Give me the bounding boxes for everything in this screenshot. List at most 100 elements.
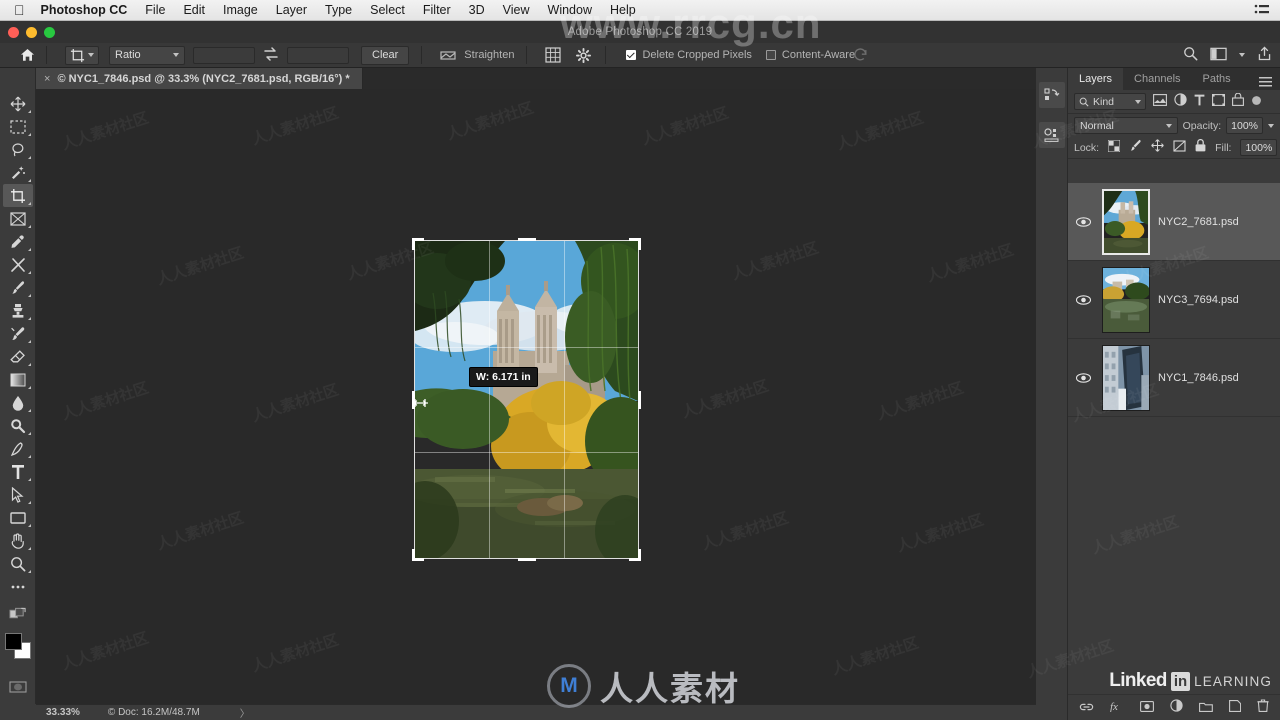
close-icon[interactable]: × bbox=[44, 73, 50, 85]
active-tool-chip[interactable] bbox=[65, 45, 99, 65]
chevron-down-icon[interactable] bbox=[1268, 123, 1274, 128]
document-tab[interactable]: × © NYC1_7846.psd @ 33.3% (NYC2_7681.psd… bbox=[36, 68, 363, 89]
tool-dodge-tool[interactable] bbox=[3, 414, 33, 437]
panel-menu-icon[interactable] bbox=[1259, 74, 1272, 92]
foreground-color-swatch[interactable] bbox=[4, 633, 22, 650]
crop-width-input[interactable] bbox=[193, 46, 255, 64]
adjustment-layer-icon[interactable] bbox=[1170, 698, 1183, 717]
tool-path-selection-tool[interactable] bbox=[3, 483, 33, 506]
tab-paths[interactable]: Paths bbox=[1192, 68, 1242, 90]
canvas[interactable]: W: 6.171 in bbox=[36, 89, 1036, 704]
layer-visibility-toggle[interactable] bbox=[1072, 294, 1094, 305]
opacity-value[interactable]: 100% bbox=[1226, 117, 1263, 134]
ratio-select[interactable]: Ratio bbox=[109, 45, 185, 65]
lock-all-icon[interactable] bbox=[1195, 138, 1206, 157]
tool-quick-selection-tool[interactable] bbox=[3, 161, 33, 184]
crop-selection[interactable]: W: 6.171 in bbox=[412, 238, 641, 561]
menu-layer[interactable]: Layer bbox=[276, 3, 307, 17]
tab-layers[interactable]: Layers bbox=[1068, 68, 1124, 90]
tool-frame-tool[interactable] bbox=[3, 207, 33, 230]
maximize-button[interactable] bbox=[44, 27, 55, 38]
share-icon[interactable] bbox=[1257, 46, 1272, 64]
tool-zoom-tool[interactable] bbox=[3, 552, 33, 575]
clear-button[interactable]: Clear bbox=[361, 45, 410, 65]
layer-row-nyc3[interactable]: NYC3_7694.psd bbox=[1068, 261, 1280, 339]
link-layers-icon[interactable] bbox=[1079, 699, 1094, 717]
menu-3d[interactable]: 3D bbox=[469, 3, 485, 17]
tool-eraser-tool[interactable] bbox=[3, 345, 33, 368]
menu-type[interactable]: Type bbox=[325, 3, 352, 17]
reset-icon[interactable] bbox=[852, 45, 869, 65]
apple-icon[interactable]:  bbox=[14, 3, 25, 17]
menu-filter[interactable]: Filter bbox=[423, 3, 451, 17]
layer-mask-icon[interactable] bbox=[1140, 699, 1154, 717]
filter-kind-select[interactable]: Kind bbox=[1074, 93, 1146, 110]
crop-handle-bottom-center[interactable] bbox=[517, 558, 536, 561]
home-icon[interactable] bbox=[14, 48, 40, 62]
menu-help[interactable]: Help bbox=[610, 3, 636, 17]
crop-handle-top-center[interactable] bbox=[517, 238, 536, 241]
delete-cropped-pixels-checkbox[interactable] bbox=[626, 50, 637, 60]
tool-history-brush-tool[interactable] bbox=[3, 322, 33, 345]
crop-handle-top-left-v[interactable] bbox=[412, 238, 415, 250]
tool-healing-brush-tool[interactable] bbox=[3, 253, 33, 276]
layer-thumbnail[interactable] bbox=[1102, 188, 1150, 255]
tool-crop-tool[interactable] bbox=[2, 184, 33, 207]
adjustment-filter-icon[interactable] bbox=[1174, 92, 1187, 111]
statusbar-expand-icon[interactable]: 〉 bbox=[240, 705, 250, 720]
lock-position-icon[interactable] bbox=[1151, 138, 1164, 157]
zoom-level[interactable]: 33.33% bbox=[46, 707, 80, 718]
straighten-icon[interactable] bbox=[438, 46, 458, 65]
search-icon[interactable] bbox=[1183, 46, 1198, 64]
properties-panel-icon[interactable] bbox=[1038, 122, 1065, 148]
menu-file[interactable]: File bbox=[145, 3, 165, 17]
crop-height-input[interactable] bbox=[287, 46, 349, 64]
tool-eyedropper-tool[interactable] bbox=[3, 230, 33, 253]
tool-edit-toolbar-tool[interactable] bbox=[3, 575, 33, 598]
layer-visibility-toggle[interactable] bbox=[1072, 216, 1094, 227]
tool-lasso-tool[interactable] bbox=[3, 138, 33, 161]
grid-overlay-icon[interactable] bbox=[543, 46, 563, 65]
menu-image[interactable]: Image bbox=[223, 3, 258, 17]
layer-thumbnail[interactable] bbox=[1102, 266, 1150, 333]
layer-thumbnail[interactable] bbox=[1102, 344, 1150, 411]
menu-select[interactable]: Select bbox=[370, 3, 405, 17]
crop-handle-top-right-v[interactable] bbox=[638, 238, 641, 250]
layer-style-fx-icon[interactable]: fx bbox=[1110, 699, 1124, 717]
straighten-label[interactable]: Straighten bbox=[464, 49, 514, 61]
chevron-down-icon[interactable] bbox=[1239, 53, 1245, 57]
tool-clone-stamp-tool[interactable] bbox=[3, 299, 33, 322]
menu-edit[interactable]: Edit bbox=[183, 3, 205, 17]
smartobject-filter-icon[interactable] bbox=[1232, 92, 1244, 111]
lock-image-pixels-icon[interactable] bbox=[1129, 139, 1142, 157]
content-aware-label[interactable]: Content-Aware bbox=[782, 49, 855, 61]
color-swatches[interactable] bbox=[3, 631, 33, 661]
filter-toggle-icon[interactable] bbox=[1251, 93, 1262, 111]
lock-artboard-icon[interactable] bbox=[1173, 139, 1186, 157]
layer-visibility-toggle[interactable] bbox=[1072, 372, 1094, 383]
default-colors-icon[interactable] bbox=[3, 602, 33, 625]
tool-rectangular-marquee-tool[interactable] bbox=[3, 115, 33, 138]
crop-handle-bottom-left-v[interactable] bbox=[412, 549, 415, 561]
type-filter-icon[interactable] bbox=[1194, 93, 1205, 111]
new-layer-icon[interactable] bbox=[1229, 699, 1242, 717]
tool-type-tool[interactable] bbox=[3, 460, 33, 483]
tab-channels[interactable]: Channels bbox=[1123, 68, 1191, 90]
crop-handle-right-middle[interactable] bbox=[638, 390, 641, 409]
delete-layer-icon[interactable] bbox=[1257, 698, 1269, 717]
list-menu-icon[interactable] bbox=[1254, 3, 1270, 16]
tool-pen-tool[interactable] bbox=[3, 437, 33, 460]
close-button[interactable] bbox=[8, 27, 19, 38]
tool-gradient-tool[interactable] bbox=[3, 368, 33, 391]
tool-brush-tool[interactable] bbox=[3, 276, 33, 299]
fill-value[interactable]: 100% bbox=[1240, 139, 1278, 156]
content-aware-checkbox[interactable] bbox=[765, 50, 776, 60]
swap-arrows-icon[interactable] bbox=[263, 46, 279, 64]
quick-mask-icon[interactable] bbox=[3, 675, 33, 698]
blend-mode-select[interactable]: Normal bbox=[1074, 117, 1178, 134]
tool-blur-tool[interactable] bbox=[3, 391, 33, 414]
crop-handle-bottom-right-v[interactable] bbox=[638, 549, 641, 561]
layer-row-nyc1[interactable]: NYC1_7846.psd bbox=[1068, 339, 1280, 417]
tool-hand-tool[interactable] bbox=[3, 529, 33, 552]
layer-row-nyc2[interactable]: NYC2_7681.psd bbox=[1068, 183, 1280, 261]
